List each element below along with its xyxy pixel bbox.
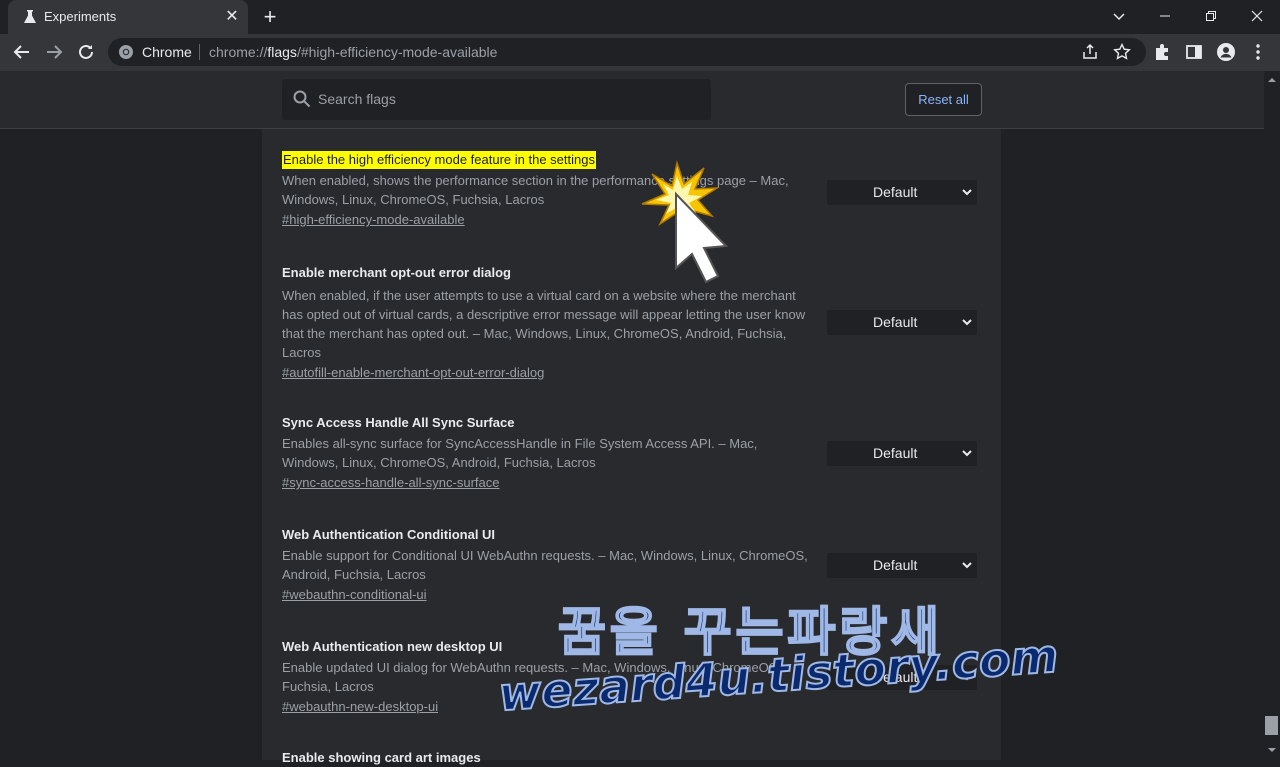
omnibox-separator	[199, 44, 200, 60]
flag-description: Enable support for Conditional UI WebAut…	[282, 548, 808, 582]
flag-select-value: Default	[873, 184, 918, 200]
tab-title: Experiments	[44, 9, 117, 24]
url-path: /#high-efficiency-mode-available	[296, 44, 498, 60]
flag-select[interactable]: Default	[827, 310, 977, 335]
flag-link[interactable]: #webauthn-conditional-ui	[282, 586, 427, 604]
new-tab-button[interactable]: +	[258, 5, 282, 29]
search-icon	[293, 90, 311, 108]
flag-select[interactable]: Default	[827, 180, 977, 205]
flag-item: Enable showing card art images	[282, 749, 822, 767]
forward-button[interactable]	[41, 39, 67, 65]
flag-select-value: Default	[873, 445, 918, 461]
title-bar: Experiments ✕ +	[0, 0, 1280, 34]
address-bar[interactable]: Chrome chrome://flags/#high-efficiency-m…	[108, 38, 1146, 66]
flag-link[interactable]: #autofill-enable-merchant-opt-out-error-…	[282, 364, 544, 382]
scrollbar-thumb[interactable]	[1265, 716, 1278, 735]
flag-select[interactable]: Default	[827, 665, 977, 690]
search-placeholder: Search flags	[318, 91, 396, 107]
flag-link[interactable]: #sync-access-handle-all-sync-surface	[282, 474, 499, 492]
chevron-down-icon	[962, 319, 972, 326]
flag-item: Sync Access Handle All Sync Surface Enab…	[282, 414, 822, 492]
close-window-button[interactable]	[1234, 0, 1280, 32]
tab-search-button[interactable]	[1096, 0, 1142, 32]
omnibox-chrome-label: Chrome	[142, 44, 192, 60]
search-flags-input[interactable]: Search flags	[282, 79, 711, 120]
restore-icon	[1206, 11, 1216, 21]
reload-button[interactable]	[73, 39, 99, 65]
flag-description: Enable updated UI dialog for WebAuthn re…	[282, 660, 782, 694]
chevron-down-icon	[962, 450, 972, 457]
flag-description: Enables all-sync surface for SyncAccessH…	[282, 436, 758, 470]
chrome-logo-icon	[119, 45, 133, 59]
flask-icon	[24, 10, 36, 23]
scrollbar[interactable]	[1264, 71, 1280, 760]
back-arrow-icon	[13, 45, 29, 59]
flag-link[interactable]: #high-efficiency-mode-available	[282, 211, 465, 229]
flag-select-value: Default	[873, 557, 918, 573]
flag-name: Enable showing card art images	[282, 750, 481, 765]
minimize-icon	[1160, 15, 1170, 17]
restore-button[interactable]	[1188, 0, 1234, 32]
flag-select-value: Default	[873, 669, 918, 685]
chevron-down-icon	[962, 189, 972, 196]
more-menu-icon[interactable]	[1248, 42, 1268, 62]
flag-name: Sync Access Handle All Sync Surface	[282, 415, 515, 430]
close-tab-icon[interactable]: ✕	[222, 7, 242, 27]
flag-name: Web Authentication new desktop UI	[282, 639, 503, 654]
scroll-down-arrow-icon[interactable]	[1266, 745, 1278, 755]
share-icon[interactable]	[1080, 42, 1100, 62]
flag-name: Web Authentication Conditional UI	[282, 527, 496, 542]
chevron-down-icon	[962, 562, 972, 569]
url-host: flags	[267, 44, 297, 60]
flag-select[interactable]: Default	[827, 553, 977, 578]
flag-item: Web Authentication new desktop UI Enable…	[282, 638, 822, 716]
profile-avatar-icon[interactable]	[1216, 42, 1236, 62]
flag-link[interactable]: #webauthn-new-desktop-ui	[282, 698, 438, 716]
chevron-down-icon	[962, 674, 972, 681]
scroll-up-arrow-icon[interactable]	[1266, 75, 1278, 85]
bookmark-star-icon[interactable]	[1112, 42, 1132, 62]
flag-description: When enabled, if the user attempts to us…	[282, 288, 806, 360]
extensions-puzzle-icon[interactable]	[1152, 42, 1172, 62]
flag-select[interactable]: Default	[827, 441, 977, 466]
flag-select-value: Default	[873, 314, 918, 330]
flag-item: Web Authentication Conditional UI Enable…	[282, 526, 822, 604]
close-icon	[1251, 10, 1263, 22]
forward-arrow-icon	[47, 45, 63, 59]
back-button[interactable]	[9, 39, 35, 65]
chevron-down-icon	[1113, 13, 1125, 21]
reload-icon	[79, 44, 93, 59]
minimize-button[interactable]	[1142, 0, 1188, 32]
side-panel-icon[interactable]	[1184, 42, 1204, 62]
url-scheme: chrome://	[209, 44, 268, 60]
click-burst-cursor-icon	[641, 160, 729, 284]
tab-experiments[interactable]: Experiments ✕	[8, 0, 248, 34]
flag-name: Enable the high efficiency mode feature …	[282, 151, 596, 169]
reset-all-button[interactable]: Reset all	[905, 83, 982, 116]
url-text[interactable]: chrome://flags/#high-efficiency-mode-ava…	[209, 44, 497, 60]
